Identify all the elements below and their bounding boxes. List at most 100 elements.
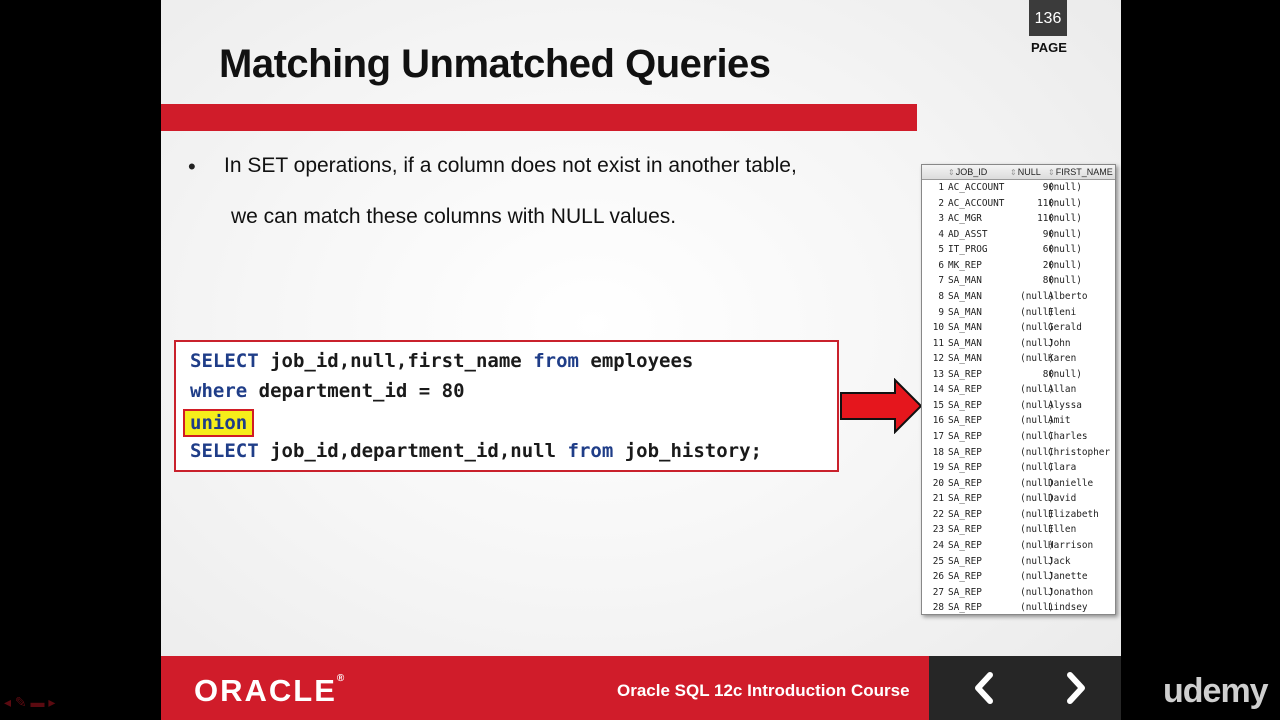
row-number: 26 (932, 571, 944, 583)
cell-first-name: David (1048, 493, 1077, 505)
table-row[interactable]: 7 SA_MAN 80 (null) (922, 273, 1115, 289)
row-number: 27 (932, 586, 944, 598)
cell-null: (null) (1020, 415, 1054, 427)
table-row[interactable]: 9 SA_MAN (null) Eleni (922, 305, 1115, 321)
cell-first-name: Lindsey (1048, 602, 1088, 614)
table-row[interactable]: 27 SA_REP (null) Jonathon (922, 585, 1115, 601)
table-row[interactable]: 24 SA_REP (null) Harrison (922, 538, 1115, 554)
cell-null: (null) (1020, 539, 1054, 551)
cell-first-name: Janette (1048, 571, 1088, 583)
cell-null: 110 (1037, 197, 1054, 209)
table-row[interactable]: 8 SA_MAN (null) Alberto (922, 289, 1115, 305)
cell-first-name: Alyssa (1048, 399, 1082, 411)
code-text: employees (578, 350, 694, 372)
cell-job-id: SA_MAN (948, 306, 982, 318)
cell-job-id: SA_MAN (948, 322, 982, 334)
table-row[interactable]: 1 AC_ACCOUNT 90 (null) (922, 180, 1115, 196)
cell-null: (null) (1020, 571, 1054, 583)
cell-job-id: SA_REP (948, 384, 982, 396)
table-row[interactable]: 26 SA_REP (null) Janette (922, 569, 1115, 585)
cell-job-id: SA_MAN (948, 290, 982, 302)
row-number: 19 (932, 462, 944, 474)
cell-first-name: (null) (1048, 197, 1082, 209)
page-label: PAGE (1031, 40, 1067, 55)
cell-null: (null) (1020, 399, 1054, 411)
cell-null: (null) (1020, 353, 1054, 365)
cell-null: (null) (1020, 306, 1054, 318)
keyword-from: from (533, 350, 579, 372)
table-row[interactable]: 11 SA_MAN (null) John (922, 336, 1115, 352)
table-row[interactable]: 6 MK_REP 20 (null) (922, 258, 1115, 274)
course-title: Oracle SQL 12c Introduction Course (617, 681, 910, 700)
sql-code-box: SELECT job_id,null,first_name from emplo… (174, 340, 839, 472)
table-row[interactable]: 12 SA_MAN (null) Karen (922, 351, 1115, 367)
code-line-4: SELECT job_id,department_id,null from jo… (190, 440, 762, 462)
cell-first-name: Charles (1048, 431, 1088, 442)
header-cell-null[interactable]: ⇕NULL (1010, 167, 1041, 177)
row-number: 20 (932, 477, 944, 489)
player-controls-icon[interactable]: ◂ ✎ ▬ ▸ (4, 694, 55, 711)
header-cell-first-name[interactable]: ⇕FIRST_NAME (1048, 167, 1113, 177)
table-row[interactable]: 22 SA_REP (null) Elizabeth (922, 507, 1115, 523)
cell-first-name: Danielle (1048, 477, 1094, 489)
header-cell-job-id[interactable]: ⇕JOB_ID (948, 167, 987, 177)
cell-null: (null) (1020, 602, 1054, 614)
table-row[interactable]: 4 AD_ASST 90 (null) (922, 227, 1115, 243)
chevron-left-icon[interactable] (967, 670, 1003, 706)
cell-null: (null) (1020, 462, 1054, 474)
table-row[interactable]: 5 IT_PROG 60 (null) (922, 242, 1115, 258)
table-row[interactable]: 2 AC_ACCOUNT 110 (null) (922, 196, 1115, 212)
row-number: 17 (932, 431, 944, 442)
row-number: 28 (932, 602, 944, 614)
cell-first-name: (null) (1048, 182, 1082, 193)
slide: Matching Unmatched Queries 136 PAGE • In… (161, 0, 1121, 720)
cell-null: (null) (1020, 555, 1054, 567)
table-row[interactable]: 25 SA_REP (null) Jack (922, 554, 1115, 570)
cell-job-id: SA_REP (948, 431, 982, 442)
row-number: 8 (938, 290, 944, 302)
table-row[interactable]: 16 SA_REP (null) Amit (922, 413, 1115, 429)
cell-null: 60 (1042, 244, 1054, 256)
oracle-logo: ORACLE® (194, 673, 345, 708)
keyword-select: SELECT (190, 350, 259, 372)
row-number: 24 (932, 539, 944, 551)
chevron-right-icon[interactable] (1057, 670, 1093, 706)
row-number: 11 (932, 337, 944, 349)
table-row[interactable]: 19 SA_REP (null) Clara (922, 460, 1115, 476)
row-number: 15 (932, 399, 944, 411)
table-row[interactable]: 18 SA_REP (null) Christopher (922, 445, 1115, 461)
cell-first-name: Karen (1048, 353, 1077, 365)
cell-null: 110 (1037, 213, 1054, 225)
cell-job-id: SA_REP (948, 508, 982, 520)
table-row[interactable]: 23 SA_REP (null) Ellen (922, 522, 1115, 538)
query-result-grid: ⇕JOB_ID ⇕NULL ⇕FIRST_NAME 1 AC_ACCOUNT 90(… (921, 164, 1116, 615)
cell-first-name: Ellen (1048, 524, 1077, 536)
table-row[interactable]: 3 AC_MGR 110 (null) (922, 211, 1115, 227)
cell-null: (null) (1020, 290, 1054, 302)
result-header-row: ⇕JOB_ID ⇕NULL ⇕FIRST_NAME (922, 165, 1115, 180)
row-number: 7 (938, 275, 944, 287)
cell-job-id: SA_REP (948, 462, 982, 474)
cell-job-id: IT_PROG (948, 244, 988, 256)
cell-null: (null) (1020, 337, 1054, 349)
title-underline-band (161, 104, 917, 131)
table-row[interactable]: 15 SA_REP (null) Alyssa (922, 398, 1115, 414)
cell-null: (null) (1020, 431, 1054, 442)
cell-first-name: John (1048, 337, 1071, 349)
table-row[interactable]: 21 SA_REP (null) David (922, 491, 1115, 507)
cell-job-id: AC_ACCOUNT (948, 197, 1005, 209)
cell-job-id: SA_REP (948, 477, 982, 489)
table-row[interactable]: 13 SA_REP 80 (null) (922, 367, 1115, 383)
table-row[interactable]: 20 SA_REP (null) Danielle (922, 476, 1115, 492)
code-text: department_id = 80 (247, 380, 465, 402)
cell-null: (null) (1020, 493, 1054, 505)
cell-null: (null) (1020, 322, 1054, 334)
cell-first-name: Harrison (1048, 539, 1094, 551)
table-row[interactable]: 17 SA_REP (null) Charles (922, 429, 1115, 445)
code-line-2: where department_id = 80 (190, 380, 465, 402)
table-row[interactable]: 14 SA_REP (null) Allan (922, 382, 1115, 398)
keyword-union-highlight: union (183, 409, 255, 437)
table-row[interactable]: 10 SA_MAN (null) Gerald (922, 320, 1115, 336)
table-row[interactable]: 28 SA_REP (null) Lindsey (922, 600, 1115, 614)
bullet-text-line-2: we can match these columns with NULL val… (231, 205, 677, 228)
